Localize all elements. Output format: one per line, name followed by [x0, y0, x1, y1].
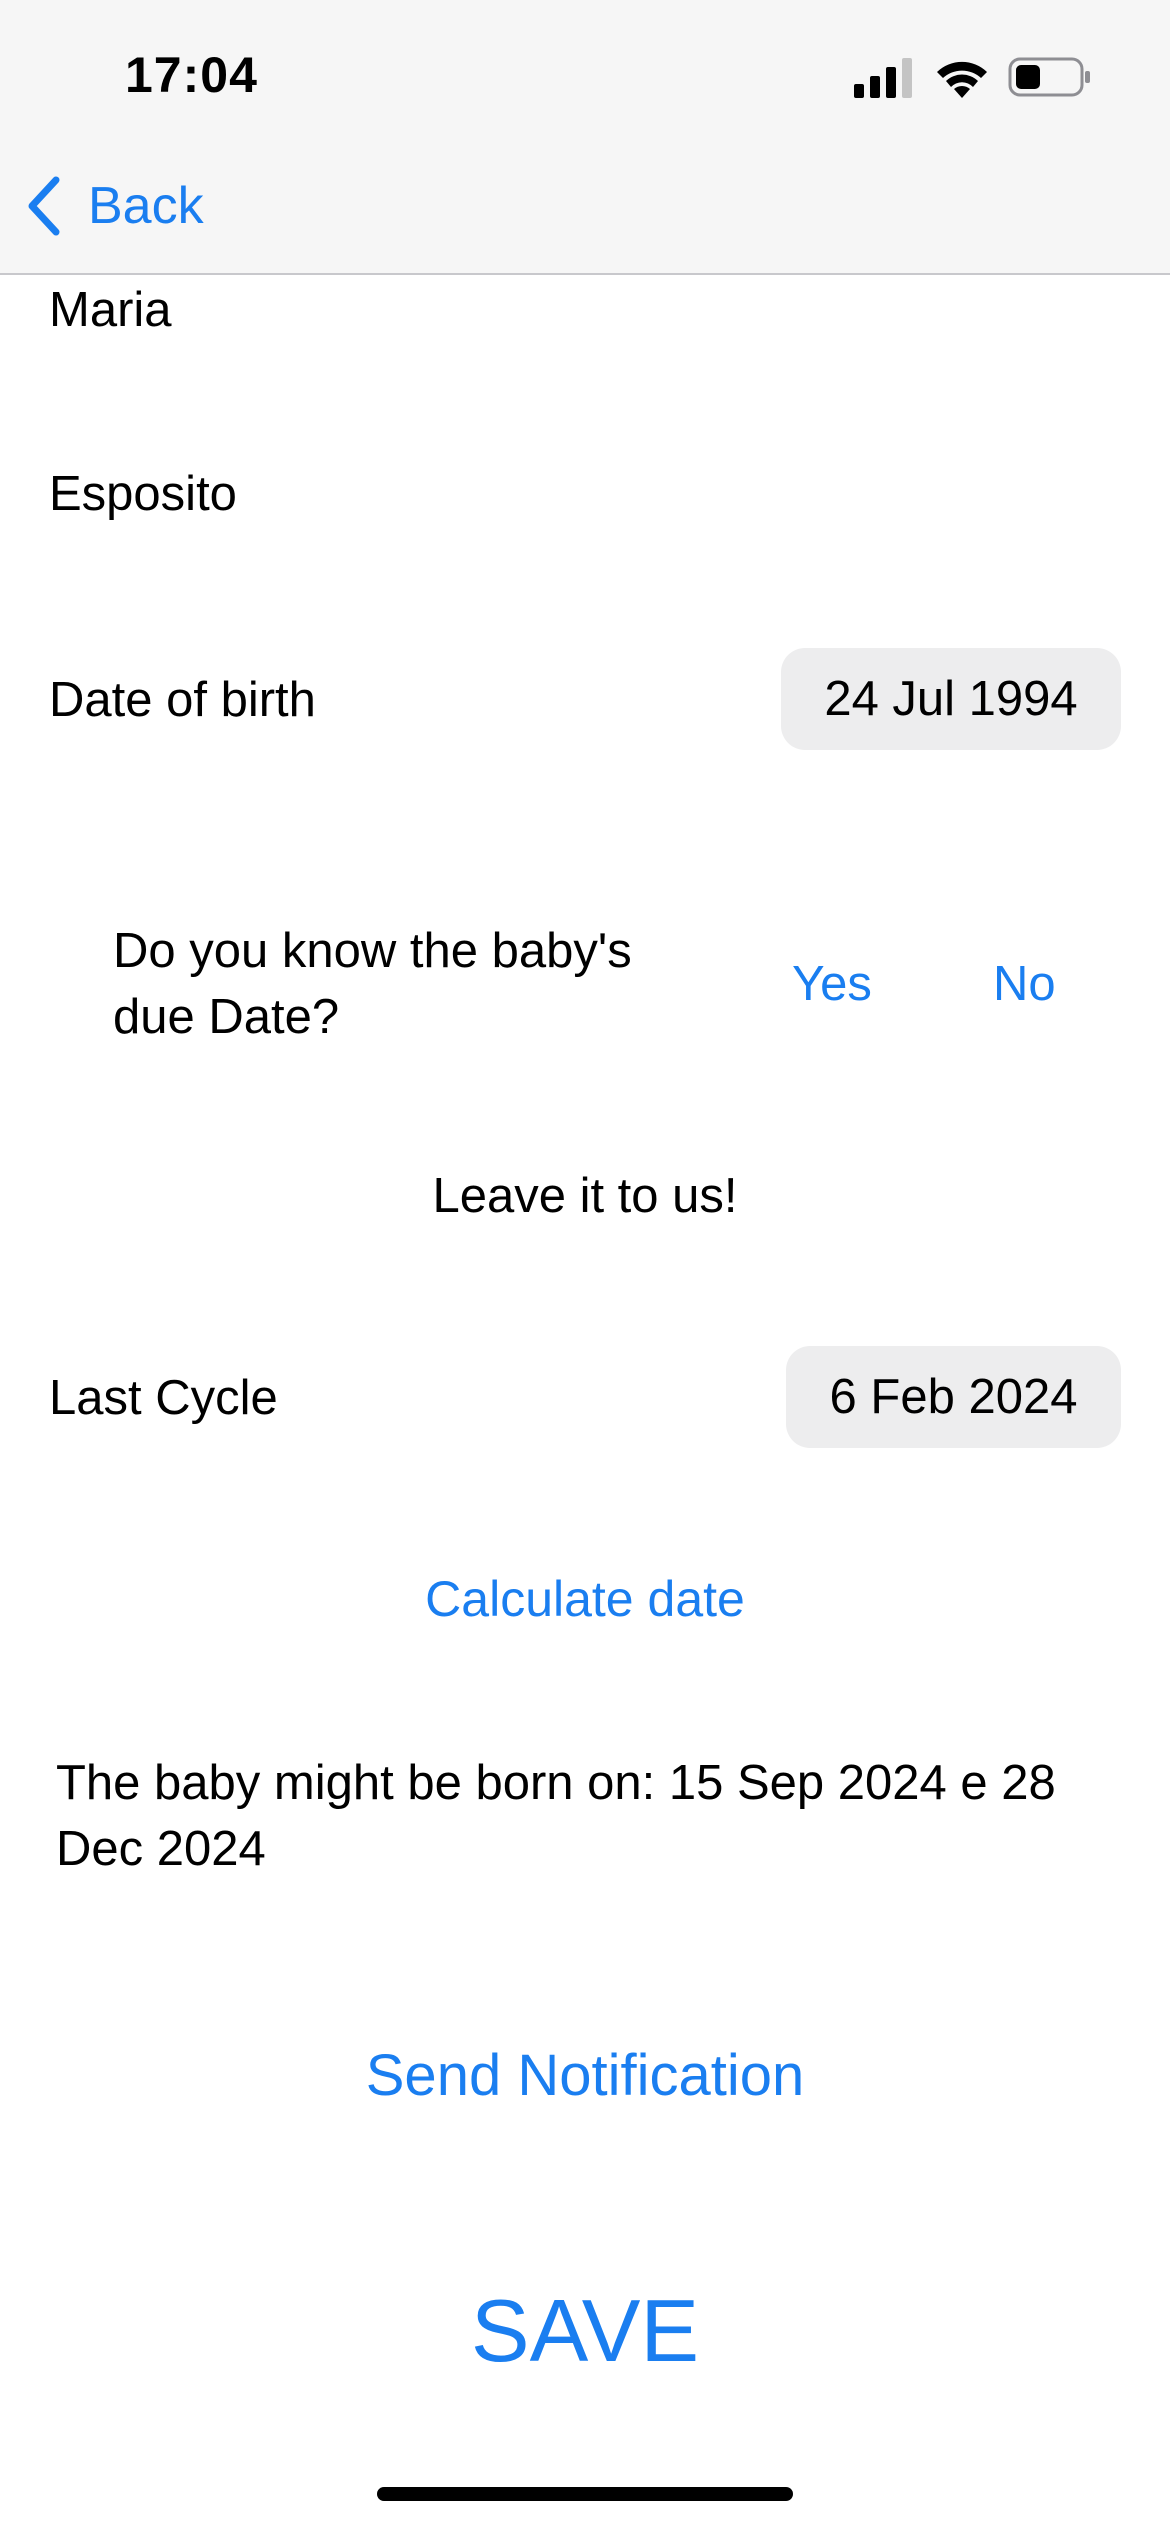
dob-date-picker[interactable]: 24 Jul 1994 — [781, 648, 1121, 750]
home-indicator[interactable] — [377, 2487, 793, 2501]
last-cycle-label: Last Cycle — [49, 1371, 278, 1425]
due-date-question: Do you know the baby's due Date? — [113, 924, 632, 1044]
wifi-icon — [937, 61, 987, 98]
save-button[interactable]: SAVE — [0, 2280, 1170, 2382]
yes-button[interactable]: Yes — [792, 956, 872, 1012]
no-button[interactable]: No — [993, 956, 1056, 1012]
leave-it-to-us-text: Leave it to us! — [432, 1169, 738, 1223]
status-time: 17:04 — [125, 47, 258, 103]
send-notification-button[interactable]: Send Notification — [0, 2042, 1170, 2109]
last-cycle-date-picker[interactable]: 6 Feb 2024 — [786, 1346, 1121, 1448]
calculate-date-button[interactable]: Calculate date — [0, 1570, 1170, 1628]
chevron-left-icon — [28, 176, 60, 236]
back-button[interactable]: Back — [24, 168, 204, 244]
first-name-field[interactable]: Maria — [49, 282, 172, 338]
birth-estimate-text: The baby might be born on: 15 Sep 2024 e… — [56, 1756, 1056, 1876]
back-label: Back — [88, 177, 204, 235]
cellular-signal-icon — [854, 58, 912, 98]
navigation-bar: 17:04 Back — [0, 0, 1170, 275]
battery-icon — [1008, 57, 1090, 97]
dob-label: Date of birth — [49, 673, 316, 727]
last-name-field[interactable]: Esposito — [49, 466, 237, 522]
